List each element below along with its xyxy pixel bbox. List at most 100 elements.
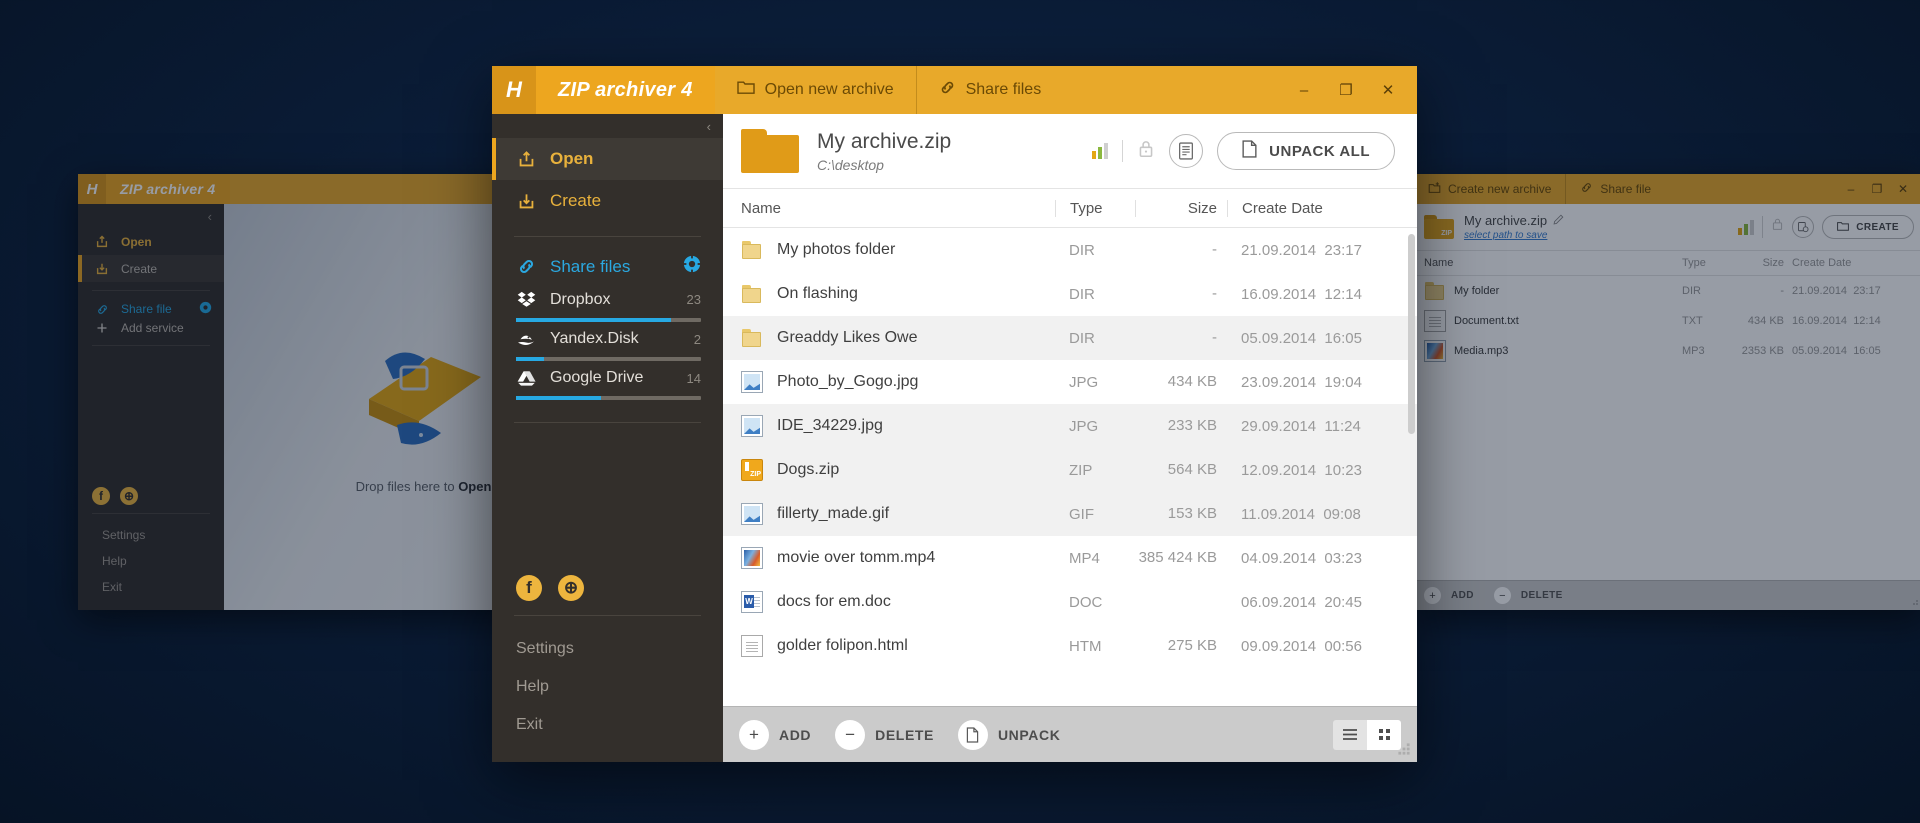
share-files-header[interactable]: Share files: [492, 251, 723, 282]
maximize-button[interactable]: ❐: [1325, 66, 1367, 114]
globe-icon[interactable]: ⊕: [120, 487, 138, 505]
table-row[interactable]: Document.txt TXT 434 KB 16.09.2014 12:14: [1414, 306, 1920, 336]
left-share-files-header[interactable]: Share file: [78, 299, 224, 319]
minimize-button[interactable]: –: [1838, 174, 1864, 204]
right-col-size[interactable]: Size: [1730, 257, 1792, 269]
maximize-button[interactable]: ❐: [1864, 174, 1890, 204]
close-button[interactable]: ✕: [1367, 66, 1409, 114]
table-row[interactable]: Photo_by_Gogo.jpg JPG 434 KB 23.09.2014 …: [723, 360, 1417, 404]
background-window-right[interactable]: Create new archive Share file – ❐ ✕ ZIP …: [1414, 174, 1920, 610]
tab-share-files[interactable]: Share files: [915, 66, 1064, 114]
list-view-icon[interactable]: [1333, 719, 1367, 750]
sidebar-item-create[interactable]: Create: [78, 255, 224, 282]
lock-icon[interactable]: [1137, 139, 1155, 164]
sidebar-item-create[interactable]: Create: [492, 180, 723, 222]
archive-comment-icon[interactable]: [1169, 134, 1204, 168]
archive-settings-icon[interactable]: [1792, 216, 1815, 238]
minimize-button[interactable]: –: [1283, 66, 1325, 114]
right-row-type: DIR: [1682, 285, 1701, 297]
table-row[interactable]: IDE_34229.jpg JPG 233 KB 29.09.2014 11:2…: [723, 404, 1417, 448]
footer-link-help[interactable]: Help: [516, 668, 699, 706]
service-google-drive[interactable]: Google Drive 14: [492, 361, 723, 400]
footer-link-help[interactable]: Help: [102, 548, 200, 574]
bar-chart-icon[interactable]: [1738, 219, 1755, 235]
column-header-date[interactable]: Create Date: [1227, 199, 1417, 217]
right-add-button[interactable]: + ADD: [1424, 587, 1486, 604]
column-header-name[interactable]: Name: [741, 200, 1055, 217]
left-add-service[interactable]: Add service: [78, 319, 224, 337]
resize-grip[interactable]: [1397, 742, 1411, 756]
delete-button[interactable]: − DELETE: [835, 719, 946, 750]
sidebar-item-open[interactable]: Open: [78, 228, 224, 255]
table-row[interactable]: My photos folder DIR - 21.09.2014 23:17: [723, 228, 1417, 272]
add-button[interactable]: + ADD: [739, 719, 823, 750]
footer-link-settings[interactable]: Settings: [516, 630, 699, 668]
sidebar-item-create-label: Create: [121, 261, 158, 276]
scrollbar-thumb[interactable]: [1408, 234, 1415, 434]
table-row[interactable]: Media.mp3 MP3 2353 KB 05.09.2014 16:05: [1414, 336, 1920, 366]
pencil-icon[interactable]: [1553, 213, 1564, 228]
drop-hint: Drop files here to Open: [356, 479, 492, 494]
right-col-date[interactable]: Create Date: [1792, 257, 1920, 269]
table-row[interactable]: movie over tomm.mp4 MP4 385 424 KB 04.09…: [723, 536, 1417, 580]
main-sidebar: ‹ Open Create Share files Dropbox 23 Yan…: [492, 114, 723, 762]
table-row[interactable]: My folder DIR - 21.09.2014 23:17: [1414, 276, 1920, 306]
table-row[interactable]: W docs for em.doc DOC 06.09.2014 20:45: [723, 580, 1417, 624]
unpack-button[interactable]: UNPACK: [957, 719, 1072, 750]
row-type: DIR: [1069, 285, 1095, 303]
column-header-size[interactable]: Size: [1135, 199, 1227, 217]
sidebar-item-open[interactable]: Open: [492, 138, 723, 180]
gear-icon[interactable]: [199, 301, 212, 317]
right-select-path-link[interactable]: select path to save: [1464, 230, 1564, 241]
tab-share-file[interactable]: Share file: [1565, 174, 1665, 204]
open-archive-icon: [516, 150, 536, 169]
unpack-all-button[interactable]: UNPACK ALL: [1217, 132, 1395, 170]
table-row[interactable]: Greaddy Likes Owe DIR - 05.09.2014 16:05: [723, 316, 1417, 360]
sidebar-collapse-icon[interactable]: ‹: [492, 114, 723, 138]
row-date: 29.09.2014 11:24: [1241, 417, 1361, 435]
table-row[interactable]: On flashing DIR - 16.09.2014 12:14: [723, 272, 1417, 316]
vertical-scrollbar[interactable]: [1408, 228, 1415, 706]
close-button[interactable]: ✕: [1890, 174, 1916, 204]
footer-link-settings[interactable]: Settings: [102, 522, 200, 548]
facebook-icon[interactable]: f: [92, 487, 110, 505]
left-footer-links: Settings Help Exit: [78, 522, 224, 600]
view-mode-toggle[interactable]: [1333, 719, 1401, 750]
service-yandex-disk[interactable]: Yandex.Disk 2: [492, 322, 723, 361]
footer-link-exit[interactable]: Exit: [516, 706, 699, 744]
grid-view-icon[interactable]: [1367, 719, 1401, 750]
tab-open-new-archive[interactable]: Open new archive: [715, 66, 916, 114]
left-sidebar-divider-2: [92, 345, 210, 346]
service-dropbox[interactable]: Dropbox 23: [492, 282, 723, 322]
right-row-size: 2353 KB: [1741, 345, 1784, 357]
file-table-rows[interactable]: My photos folder DIR - 21.09.2014 23:17 …: [723, 228, 1417, 706]
left-sidebar-collapse-icon[interactable]: ‹: [78, 204, 224, 228]
row-size: -: [1212, 285, 1217, 303]
folder-icon: [741, 239, 763, 261]
word-doc-icon: W: [741, 591, 763, 613]
tab-create-new-archive[interactable]: Create new archive: [1414, 174, 1565, 204]
footer-link-exit[interactable]: Exit: [102, 574, 200, 600]
right-archive-name-row: My archive.zip: [1464, 213, 1564, 228]
share-files-label: Share files: [550, 256, 631, 276]
column-header-type[interactable]: Type: [1055, 199, 1135, 217]
gear-icon[interactable]: [683, 255, 701, 278]
right-row-name-cell: My folder: [1424, 280, 1682, 302]
lock-icon[interactable]: [1771, 217, 1784, 237]
right-row-name: Media.mp3: [1454, 345, 1509, 357]
facebook-icon[interactable]: f: [516, 575, 542, 601]
tools-separator: [1762, 216, 1764, 238]
table-row[interactable]: golder folipon.html HTM 275 KB 09.09.201…: [723, 624, 1417, 668]
add-label: ADD: [779, 726, 812, 743]
right-delete-button[interactable]: − DELETE: [1493, 587, 1575, 604]
table-row[interactable]: fillerty_made.gif GIF 153 KB 11.09.2014 …: [723, 492, 1417, 536]
bar-chart-icon[interactable]: [1092, 143, 1109, 159]
right-col-name[interactable]: Name: [1424, 257, 1682, 269]
globe-icon[interactable]: ⊕: [558, 575, 584, 601]
resize-grip[interactable]: [1909, 596, 1919, 606]
right-col-type[interactable]: Type: [1682, 257, 1730, 269]
create-button[interactable]: CREATE: [1822, 215, 1914, 239]
row-type: DIR: [1069, 329, 1095, 347]
table-row[interactable]: ZIP Dogs.zip ZIP 564 KB 12.09.2014 10:23: [723, 448, 1417, 492]
main-window[interactable]: H ZIP archiver 4 Open new archive Share …: [492, 66, 1417, 762]
